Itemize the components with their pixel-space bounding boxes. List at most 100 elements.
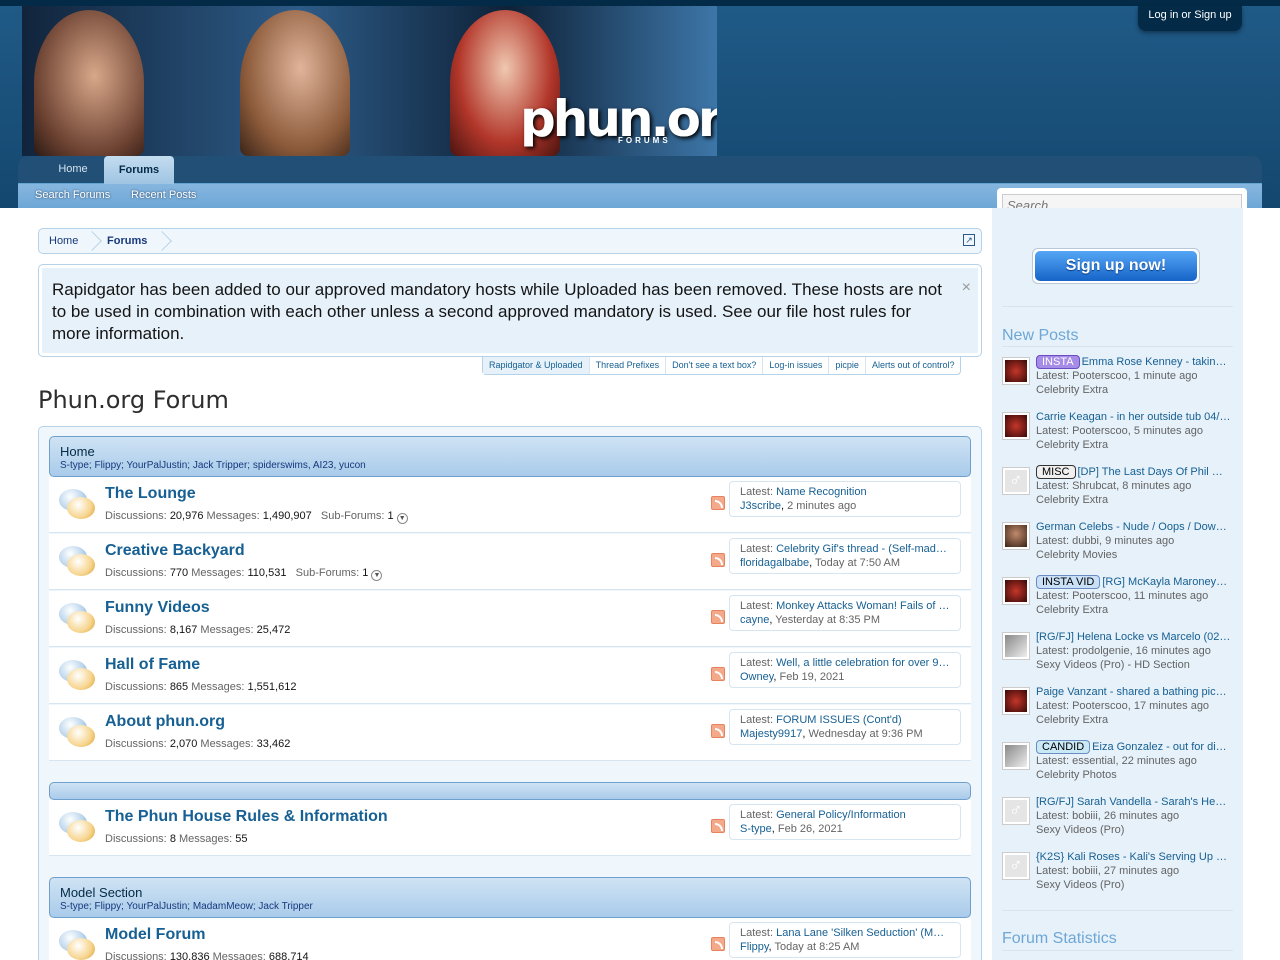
- divider: [1002, 910, 1233, 911]
- new-post-forum: Celebrity Extra: [1036, 714, 1109, 726]
- recent-posts-link[interactable]: Recent Posts: [131, 189, 196, 201]
- last-post-link[interactable]: FORUM ISSUES (Cont'd): [776, 714, 902, 726]
- forum-list: Home S-type; Flippy; YourPalJustin; Jack…: [38, 426, 982, 960]
- notice-tabs: Rapidgator & Uploaded Thread Prefixes Do…: [482, 357, 962, 375]
- last-post-user[interactable]: Majesty9917: [740, 728, 802, 740]
- new-post-title[interactable]: [DP] The Last Days Of Phil …: [1078, 466, 1223, 478]
- forum-title[interactable]: Creative Backyard: [105, 542, 245, 560]
- last-post-user[interactable]: cayne: [740, 614, 769, 626]
- new-post-title[interactable]: [RG] McKayla Maroney…: [1102, 576, 1227, 588]
- last-post-user[interactable]: S-type: [740, 823, 772, 835]
- forum-title[interactable]: The Phun House Rules & Information: [105, 808, 388, 826]
- forum-title[interactable]: The Lounge: [105, 485, 196, 503]
- rss-icon[interactable]: [711, 937, 725, 951]
- forum-node: The Lounge Discussions: 20,976 Messages:…: [49, 477, 971, 533]
- new-post-title[interactable]: Emma Rose Kenney - takin…: [1082, 356, 1227, 368]
- new-post-item: Paige Vanzant - shared a bathing pic… La…: [1002, 685, 1233, 735]
- thread-prefix[interactable]: MISC: [1036, 465, 1076, 479]
- new-post-title[interactable]: Eiza Gonzalez - out for di…: [1092, 741, 1227, 753]
- forum-stats: Discussions: 130,836 Messages: 688,714: [105, 951, 309, 960]
- new-post-item: {K2S} Kali Roses - Kali's Serving Up … L…: [1002, 850, 1233, 900]
- new-post-title[interactable]: [RG/FJ] Helena Locke vs Marcelo (02…: [1036, 631, 1230, 643]
- notice-box: Rapidgator has been added to our approve…: [38, 264, 982, 357]
- new-post-title[interactable]: Carrie Keagan - in her outside tub 04/…: [1036, 411, 1230, 423]
- new-post-title[interactable]: {K2S} Kali Roses - Kali's Serving Up …: [1036, 851, 1227, 863]
- main-nav: Home Forums: [18, 156, 1262, 184]
- login-signup-button[interactable]: Log in or Sign up: [1138, 6, 1242, 31]
- avatar[interactable]: [1002, 852, 1030, 880]
- last-post-user[interactable]: floridagalbabe: [740, 557, 809, 569]
- rss-icon[interactable]: [711, 667, 725, 681]
- forum-title[interactable]: Hall of Fame: [105, 656, 200, 674]
- forum-stats: Discussions: 20,976 Messages: 1,490,907 …: [105, 510, 408, 524]
- subforum-dropdown-icon[interactable]: ▼: [371, 570, 383, 581]
- avatar[interactable]: [1002, 577, 1030, 605]
- thread-prefix[interactable]: INSTA: [1036, 355, 1080, 369]
- forum-title[interactable]: About phun.org: [105, 713, 225, 731]
- new-post-title[interactable]: [RG/FJ] Sarah Vandella - Sarah's He…: [1036, 796, 1226, 808]
- new-post-forum: Celebrity Extra: [1036, 604, 1109, 616]
- avatar[interactable]: [1002, 797, 1030, 825]
- forum-bubbles-icon: [57, 928, 95, 960]
- new-post-latest: Latest: prodolgenie, 16 minutes ago: [1036, 645, 1211, 657]
- new-post-title[interactable]: Paige Vanzant - shared a bathing pic…: [1036, 686, 1227, 698]
- header-banner[interactable]: phun.org FORUMS: [22, 6, 717, 156]
- forum-title[interactable]: Model Forum: [105, 926, 205, 944]
- last-post-link[interactable]: Name Recognition: [776, 486, 867, 498]
- notice-tab[interactable]: picpie: [829, 357, 866, 374]
- thread-prefix[interactable]: CANDID: [1036, 740, 1091, 754]
- breadcrumb-home[interactable]: Home: [49, 229, 78, 253]
- avatar[interactable]: [1002, 412, 1030, 440]
- new-post-item: CANDID Eiza Gonzalez - out for di… Latest…: [1002, 740, 1233, 790]
- category-title[interactable]: Model Section: [60, 885, 142, 900]
- last-post-user[interactable]: Flippy: [740, 941, 769, 953]
- last-post-user[interactable]: Owney: [740, 671, 773, 683]
- last-post-link[interactable]: Monkey Attacks Woman! Fails of …: [776, 600, 949, 612]
- new-post-latest: Latest: Pooterscoo, 17 minutes ago: [1036, 700, 1210, 712]
- signup-button[interactable]: Sign up now!: [1032, 248, 1200, 284]
- new-post-latest: Latest: Pooterscoo, 5 minutes ago: [1036, 425, 1203, 437]
- rss-icon[interactable]: [711, 819, 725, 833]
- notice-tab[interactable]: Thread Prefixes: [590, 357, 667, 374]
- forum-node: Model Forum Discussions: 130,836 Message…: [49, 918, 971, 960]
- new-post-forum: Sexy Videos (Pro) - HD Section: [1036, 659, 1190, 671]
- category-header: Model Section S-type; Flippy; YourPalJus…: [49, 877, 971, 918]
- breadcrumb-forums[interactable]: Forums: [107, 229, 147, 253]
- avatar[interactable]: [1002, 522, 1030, 550]
- new-post-title[interactable]: German Celebs - Nude / Oops / Dow…: [1036, 521, 1227, 533]
- notice-tab[interactable]: Rapidgator & Uploaded: [483, 357, 590, 374]
- last-post-link[interactable]: Celebrity Gif's thread - (Self-mad…: [776, 543, 947, 555]
- avatar[interactable]: [1002, 687, 1030, 715]
- notice-tab[interactable]: Log-in issues: [763, 357, 830, 374]
- thread-prefix[interactable]: INSTA VID: [1036, 575, 1101, 589]
- new-post-item: INSTA VID [RG] McKayla Maroney… Latest: P…: [1002, 575, 1233, 625]
- new-post-latest: Latest: Shrubcat, 8 minutes ago: [1036, 480, 1192, 492]
- tab-forums[interactable]: Forums: [104, 156, 174, 184]
- last-post-link[interactable]: Lana Lane 'Silken Seduction' (M…: [776, 927, 944, 939]
- avatar[interactable]: [1002, 742, 1030, 770]
- search-forums-link[interactable]: Search Forums: [35, 189, 110, 201]
- avatar[interactable]: [1002, 632, 1030, 660]
- rss-icon[interactable]: [711, 553, 725, 567]
- forum-title[interactable]: Funny Videos: [105, 599, 210, 617]
- rss-icon[interactable]: [711, 724, 725, 738]
- rss-icon[interactable]: [711, 610, 725, 624]
- last-post-user[interactable]: J3scribe: [740, 500, 781, 512]
- rss-icon[interactable]: [711, 496, 725, 510]
- new-post-item: German Celebs - Nude / Oops / Dow… Lates…: [1002, 520, 1233, 570]
- notice-tab[interactable]: Don't see a text box?: [666, 357, 764, 374]
- forum-stats: Discussions: 8,167 Messages: 25,472: [105, 624, 291, 636]
- jump-to-page-icon[interactable]: ↗: [963, 234, 975, 246]
- last-post-time: 2 minutes ago: [787, 500, 857, 512]
- last-post-link[interactable]: Well, a little celebration for over 9…: [776, 657, 949, 669]
- tab-home[interactable]: Home: [46, 156, 100, 184]
- forum-bubbles-icon: [57, 601, 95, 637]
- category-title[interactable]: Home: [60, 444, 95, 459]
- avatar[interactable]: [1002, 467, 1030, 495]
- subforum-dropdown-icon[interactable]: ▼: [396, 513, 408, 524]
- last-post-link[interactable]: General Policy/Information: [776, 809, 906, 821]
- close-icon[interactable]: ×: [962, 279, 971, 297]
- notice-tab[interactable]: Alerts out of control?: [866, 357, 961, 374]
- avatar[interactable]: [1002, 357, 1030, 385]
- new-posts-title: New Posts: [1002, 327, 1079, 344]
